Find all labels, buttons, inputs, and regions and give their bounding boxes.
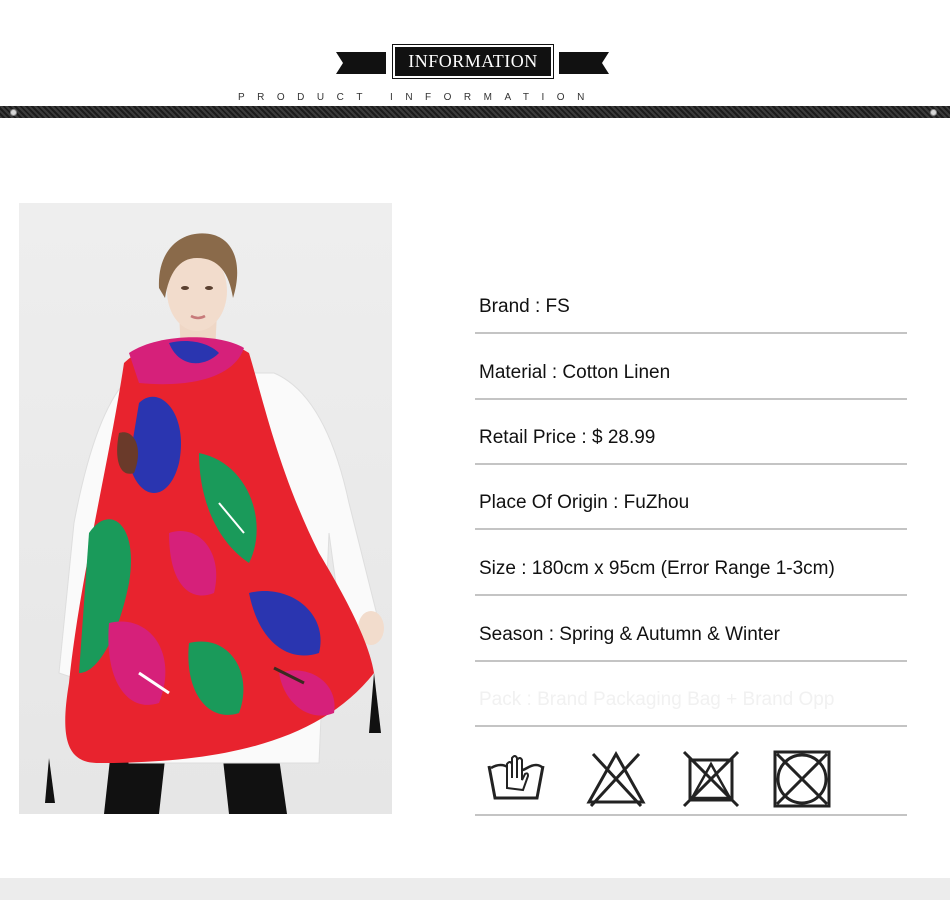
info-row-size: Size : 180cm x 95cm (Error Range 1-3cm) (475, 532, 907, 596)
info-brand-text: Brand : FS (479, 296, 570, 317)
info-price-text: Retail Price : $ 28.99 (479, 427, 656, 448)
info-material-text: Material : Cotton Linen (479, 362, 671, 383)
info-size-text: Size : 180cm x 95cm (Error Range 1-3cm) (479, 558, 835, 579)
care-icons-row (475, 728, 907, 816)
do-not-dry-clean-icon (773, 750, 831, 808)
info-row-pack: Pack : Brand Packaging Bag + Brand Opp (475, 663, 907, 727)
info-season-text: Season : Spring & Autumn & Winter (479, 624, 780, 645)
ribbon-left-tail (336, 52, 386, 74)
hand-wash-icon (487, 755, 545, 800)
info-row-season: Season : Spring & Autumn & Winter (475, 598, 907, 662)
footer-band (0, 878, 950, 900)
info-row-material: Material : Cotton Linen (475, 336, 907, 400)
info-pack-text: Pack : Brand Packaging Bag + Brand Opp (479, 689, 835, 710)
product-photo (19, 203, 392, 814)
rivet-left-icon (10, 109, 17, 116)
ribbon-right-tail (559, 52, 609, 74)
header-banner: INFORMATION PRODUCT INFORMATION (0, 0, 950, 125)
info-row-origin: Place Of Origin : FuZhou (475, 466, 907, 530)
do-not-tumble-dry-icon (682, 750, 740, 808)
section-subtitle: PRODUCT INFORMATION (238, 92, 597, 103)
info-row-brand: Brand : FS (475, 270, 907, 334)
rivet-right-icon (930, 109, 937, 116)
section-title: INFORMATION (392, 44, 554, 79)
do-not-bleach-icon (586, 750, 646, 808)
info-row-price: Retail Price : $ 28.99 (475, 401, 907, 465)
header-divider-stripe (0, 106, 950, 118)
info-origin-text: Place Of Origin : FuZhou (479, 492, 690, 513)
